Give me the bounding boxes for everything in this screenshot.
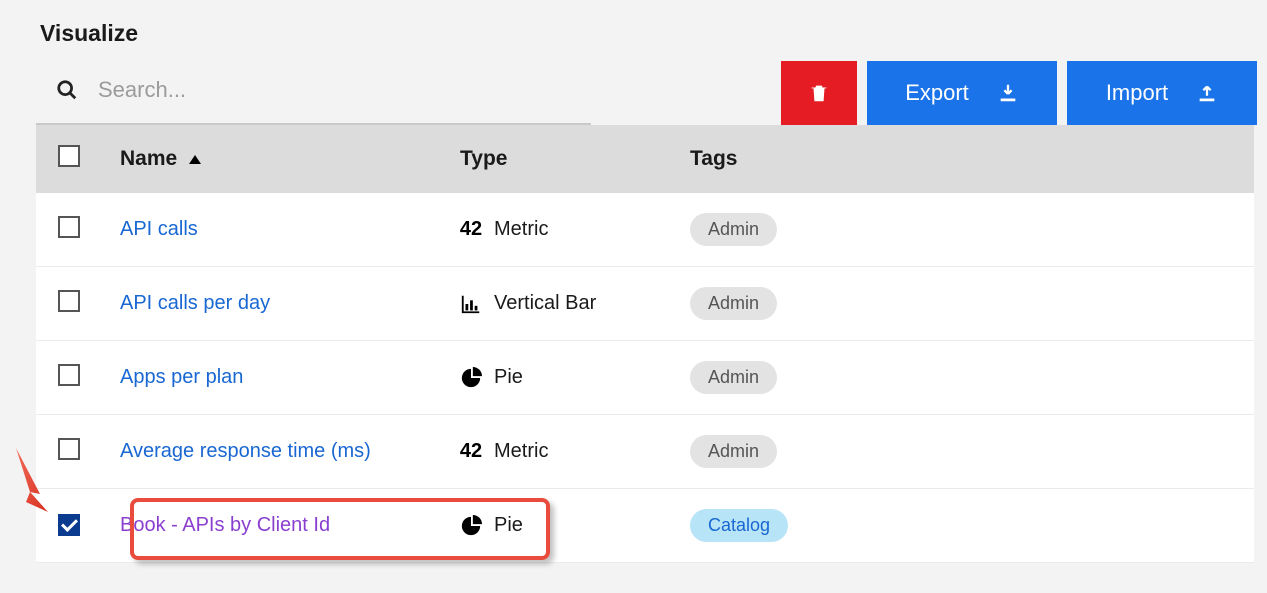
upload-icon (1196, 82, 1218, 104)
search-field[interactable] (36, 61, 591, 125)
select-all-checkbox[interactable] (58, 145, 80, 167)
type-label: Metric (494, 440, 548, 463)
pie-chart-icon (460, 515, 482, 537)
row-checkbox[interactable] (58, 290, 80, 312)
table-row: Apps per plan Pie Admin (36, 341, 1254, 415)
type-label: Vertical Bar (494, 292, 596, 315)
pie-chart-icon (460, 367, 482, 389)
tag-badge[interactable]: Catalog (690, 509, 788, 542)
row-checkbox[interactable] (58, 216, 80, 238)
column-header-tags[interactable]: Tags (676, 125, 1254, 193)
column-header-name[interactable]: Name (106, 125, 446, 193)
export-label: Export (905, 80, 969, 106)
metric-icon: 42 (460, 218, 482, 241)
search-icon (56, 79, 78, 101)
toolbar: Export Import (0, 61, 1267, 125)
trash-icon (808, 82, 830, 104)
delete-button[interactable] (781, 61, 857, 125)
tag-badge[interactable]: Admin (690, 435, 777, 468)
tag-badge[interactable]: Admin (690, 361, 777, 394)
visualization-link[interactable]: Book - APIs by Client Id (120, 514, 330, 536)
column-header-type[interactable]: Type (446, 125, 676, 193)
table-row: API calls per day Vertical Bar Admin (36, 267, 1254, 341)
visualization-link[interactable]: Average response time (ms) (120, 440, 371, 462)
row-checkbox[interactable] (58, 364, 80, 386)
page-title: Visualize (0, 0, 1267, 61)
import-label: Import (1106, 80, 1168, 106)
export-button[interactable]: Export (867, 61, 1057, 125)
sort-asc-icon (189, 155, 201, 164)
type-label: Pie (494, 514, 523, 537)
table-row: Book - APIs by Client Id Pie Catalog (36, 489, 1254, 563)
visualization-link[interactable]: Apps per plan (120, 366, 243, 388)
visualizations-table: Name Type Tags API calls42MetricAdminAPI… (36, 125, 1254, 563)
metric-icon: 42 (460, 440, 482, 463)
type-label: Metric (494, 218, 548, 241)
visualization-link[interactable]: API calls per day (120, 292, 270, 314)
tag-badge[interactable]: Admin (690, 287, 777, 320)
type-label: Pie (494, 366, 523, 389)
table-header-row: Name Type Tags (36, 125, 1254, 193)
import-button[interactable]: Import (1067, 61, 1257, 125)
table-row: Average response time (ms) 42 Metric Admin (36, 415, 1254, 489)
row-checkbox[interactable] (58, 514, 80, 536)
visualization-link[interactable]: API calls (120, 218, 198, 240)
table-row: API calls 42 Metric Admin (36, 193, 1254, 267)
bar-chart-icon (460, 293, 482, 315)
visualize-page: Visualize Export Import (0, 0, 1267, 593)
search-input[interactable] (96, 76, 587, 104)
tag-badge[interactable]: Admin (690, 213, 777, 246)
download-icon (997, 82, 1019, 104)
row-checkbox[interactable] (58, 438, 80, 460)
